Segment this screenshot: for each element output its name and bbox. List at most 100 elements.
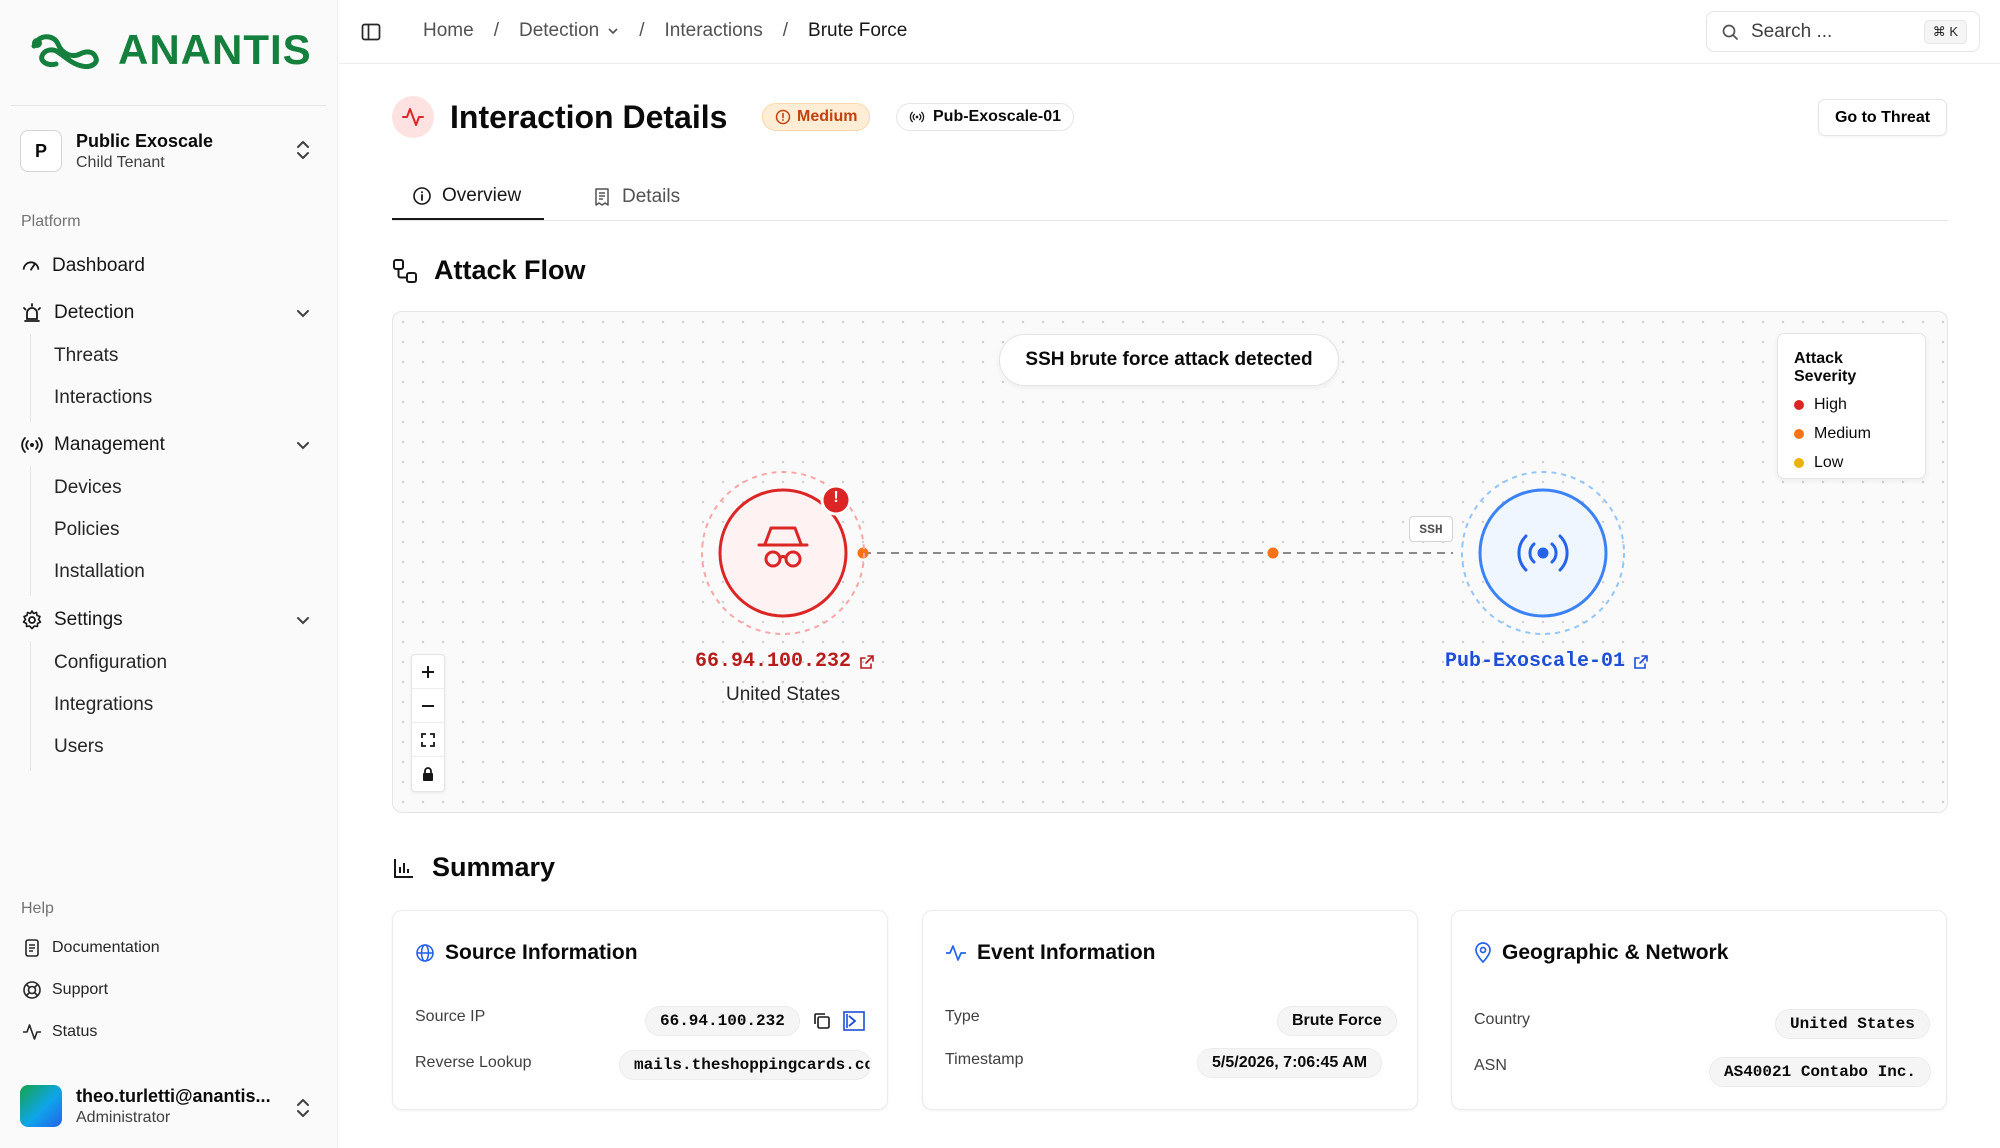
sidebar-item-users[interactable]: Users xyxy=(54,736,104,758)
sidebar-item-management[interactable]: Management xyxy=(20,427,320,463)
breadcrumb-separator: / xyxy=(782,20,789,41)
user-role: Administrator xyxy=(76,1108,171,1126)
search-icon xyxy=(1722,24,1738,40)
gear-icon xyxy=(22,610,42,630)
country-value: United States xyxy=(1775,1009,1930,1039)
country-label: Country xyxy=(1474,1011,1531,1028)
tenant-name: Public Exoscale xyxy=(76,130,214,151)
submenu-line xyxy=(30,466,31,596)
sidebar-item-label: Documentation xyxy=(52,939,160,956)
info-icon xyxy=(413,187,431,205)
source-ip-link[interactable]: 66.94.100.232 xyxy=(695,650,875,673)
protocol-tag: SSH xyxy=(1409,516,1453,542)
go-to-threat-button[interactable]: Go to Threat xyxy=(1818,99,1947,136)
lock-button[interactable] xyxy=(412,757,444,791)
sidebar-item-installation[interactable]: Installation xyxy=(54,561,145,583)
fullscreen-icon xyxy=(421,732,435,747)
brand-logo[interactable]: ANANTIS xyxy=(28,26,312,74)
chevron-down-icon xyxy=(297,310,309,318)
globe-icon xyxy=(416,944,434,962)
sidebar-item-label: Detection xyxy=(54,302,135,323)
radio-icon xyxy=(909,111,925,123)
breadcrumb-home[interactable]: Home xyxy=(423,20,474,42)
sidebar-item-status[interactable]: Status xyxy=(22,1022,97,1042)
card-title: Event Information xyxy=(945,941,1156,965)
sigma-icon xyxy=(843,1011,865,1031)
zoom-in-button[interactable] xyxy=(412,655,444,689)
source-ip-label: Source IP xyxy=(415,1008,486,1025)
sidebar-toggle-icon[interactable] xyxy=(361,22,381,42)
asn-label: ASN xyxy=(1474,1057,1507,1074)
sidebar-item-dashboard[interactable]: Dashboard xyxy=(20,248,145,284)
siren-icon xyxy=(23,303,41,322)
card-title-text: Source Information xyxy=(445,941,638,964)
source-information-card: Source Information Source IP 66.94.100.2… xyxy=(392,910,888,1110)
card-title-text: Event Information xyxy=(977,941,1156,964)
sidebar-item-label: Settings xyxy=(54,609,123,630)
attack-flow-canvas[interactable]: SSH brute force attack detected Attack S… xyxy=(392,311,1948,813)
document-icon xyxy=(25,939,39,957)
timestamp-label: Timestamp xyxy=(945,1051,1024,1068)
sidebar-item-policies[interactable]: Policies xyxy=(54,519,119,541)
radio-icon xyxy=(21,437,43,453)
asn-value: AS40021 Contabo Inc. xyxy=(1709,1057,1932,1087)
sidebar-item-settings[interactable]: Settings xyxy=(20,602,320,638)
lookup-button[interactable] xyxy=(841,1008,867,1034)
activity-icon xyxy=(946,945,966,961)
alert-badge-mark: ! xyxy=(833,489,839,506)
tab-details[interactable]: Details xyxy=(592,174,680,220)
target-device-link[interactable]: Pub-Exoscale-01 xyxy=(1445,650,1649,673)
attack-flow-title: Attack Flow xyxy=(434,255,586,285)
search-input[interactable]: Search ... ⌘ K xyxy=(1706,11,1980,52)
summary-title: Summary xyxy=(432,852,556,882)
chevron-down-icon xyxy=(297,442,309,450)
search-placeholder: Search ... xyxy=(1751,20,1833,42)
device-badge: Pub-Exoscale-01 xyxy=(896,103,1075,131)
tab-overview[interactable]: Overview xyxy=(392,174,544,220)
card-title: Source Information xyxy=(415,941,638,965)
reverse-lookup-label: Reverse Lookup xyxy=(415,1054,532,1071)
app-root: ANANTIS P Public Exoscale Child Tenant P… xyxy=(0,0,2000,1148)
timestamp-value: 5/5/2026, 7:06:45 AM xyxy=(1197,1048,1383,1078)
activity-icon xyxy=(402,108,424,126)
type-label: Type xyxy=(945,1008,980,1025)
sidebar-item-devices[interactable]: Devices xyxy=(54,477,122,499)
chevrons-up-down-icon xyxy=(297,1099,309,1117)
lock-icon xyxy=(423,767,433,781)
zoom-out-button[interactable] xyxy=(412,689,444,723)
breadcrumb-interactions[interactable]: Interactions xyxy=(665,20,763,42)
chevron-down-icon xyxy=(608,28,618,35)
edge-mid-dot xyxy=(1267,547,1279,559)
user-menu[interactable]: theo.turletti@anantis... Administrator xyxy=(20,1082,320,1130)
sidebar-item-documentation[interactable]: Documentation xyxy=(22,938,160,958)
target-device-text: Pub-Exoscale-01 xyxy=(1445,650,1626,673)
sidebar-item-label: Dashboard xyxy=(52,255,145,276)
chevrons-up-down-icon xyxy=(297,141,309,159)
breadcrumb-current: Brute Force xyxy=(808,20,908,41)
sidebar-item-label: Management xyxy=(54,434,165,455)
breadcrumb-separator: / xyxy=(639,20,645,41)
geographic-network-card: Geographic & Network Country United Stat… xyxy=(1451,910,1947,1110)
breadcrumb-detection[interactable]: Detection xyxy=(519,20,619,42)
bar-chart-icon xyxy=(394,858,413,878)
copy-button[interactable] xyxy=(809,1008,835,1034)
severity-label: Medium xyxy=(797,108,858,125)
brand-name: ANANTIS xyxy=(118,26,312,73)
attack-flow-heading: Attack Flow xyxy=(392,255,586,286)
page-icon xyxy=(392,96,434,138)
external-link-icon xyxy=(860,654,874,669)
plus-icon xyxy=(422,665,434,678)
tab-label: Overview xyxy=(442,185,522,206)
sidebar-item-threats[interactable]: Threats xyxy=(54,345,118,367)
sidebar-item-integrations[interactable]: Integrations xyxy=(54,694,153,716)
activity-icon xyxy=(23,1024,41,1040)
external-link-icon xyxy=(1634,654,1648,669)
sidebar-item-interactions[interactable]: Interactions xyxy=(54,387,152,409)
user-name: theo.turletti@anantis... xyxy=(76,1085,271,1106)
sidebar-item-support[interactable]: Support xyxy=(22,980,108,1000)
sidebar-item-detection[interactable]: Detection xyxy=(20,295,320,331)
fit-view-button[interactable] xyxy=(412,723,444,757)
platform-group-label: Platform xyxy=(21,213,81,230)
sidebar-item-configuration[interactable]: Configuration xyxy=(54,652,167,674)
tenant-switcher[interactable]: P Public Exoscale Child Tenant xyxy=(20,124,320,178)
